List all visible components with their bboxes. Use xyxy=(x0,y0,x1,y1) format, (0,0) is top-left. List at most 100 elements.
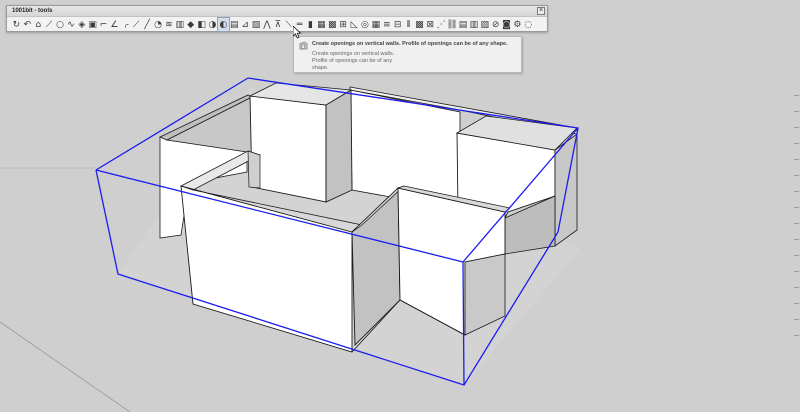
circle-tool-icon: ○ xyxy=(56,19,64,30)
roof-tool-icon: ⋀ xyxy=(263,19,271,30)
door-tool-icon: ⊿ xyxy=(241,19,249,30)
tool-button[interactable]: ◺ xyxy=(349,18,360,31)
tool-button[interactable]: ⋀ xyxy=(261,18,272,31)
tool-button[interactable]: ▣ xyxy=(87,18,98,31)
tool-button[interactable]: ○ xyxy=(55,18,66,31)
ruler-tick xyxy=(794,207,799,208)
ruler-tick xyxy=(794,143,799,144)
ruler-tick xyxy=(794,111,799,112)
tool-button[interactable]: ◎ xyxy=(360,18,371,31)
deck-tool-icon: ▩ xyxy=(328,19,337,30)
ruler-tick xyxy=(794,159,799,160)
tool-button[interactable]: ▦ xyxy=(370,18,381,31)
ruler-tick xyxy=(794,319,799,320)
tool-button[interactable]: ◐ xyxy=(216,17,230,32)
pillar-center-front[interactable] xyxy=(249,95,327,203)
tooltip: Create openings on vertical walls. Profi… xyxy=(293,36,522,73)
corner-tool-icon: ⌐ xyxy=(99,19,108,30)
path-tool-icon: ⋰ xyxy=(436,19,446,30)
paint-tool-icon: ◔ xyxy=(154,19,162,30)
pillar-center-side[interactable] xyxy=(325,89,353,203)
tool-button[interactable]: ▤ xyxy=(229,18,240,31)
tool-button[interactable]: ⌂ xyxy=(33,18,44,31)
texture-tool-icon: ◙ xyxy=(502,19,511,30)
opening-tool-icon: ◐ xyxy=(219,19,228,30)
stud-tool-icon: ⦀ xyxy=(406,19,411,30)
toolbar-title-bar[interactable]: 1001bit - tools × xyxy=(7,6,547,17)
toolbar-window[interactable]: 1001bit - tools × ↻ ↶ ⌂ ⟋ ○ ∿ ◈ ▣ ⌐ ∠ ⌌ ⟋ ╱ ◔ ≋ ▥ ◆ ◧ ◑ ◐ ▤ ⊿… xyxy=(6,5,548,32)
tool-button[interactable]: ╱ xyxy=(142,18,153,31)
rotate-tool-icon: ↻ xyxy=(12,19,21,30)
wall-corridor-back[interactable] xyxy=(247,150,261,189)
ground-axis-line xyxy=(0,321,131,412)
tool-button[interactable]: ⊠ xyxy=(425,18,436,31)
tool-button[interactable]: ▥ xyxy=(468,18,479,31)
panel-tool-icon: ▦ xyxy=(371,19,381,30)
rafter-tool-icon: ⟍ xyxy=(285,19,292,30)
tool-button[interactable]: ⚙ xyxy=(512,18,523,31)
mouse-cursor-icon xyxy=(293,26,302,39)
tool-button[interactable]: ▩ xyxy=(327,18,338,31)
tool-button[interactable]: ▩ xyxy=(414,18,425,31)
tool-button[interactable]: ⦀ xyxy=(403,18,414,31)
frame-tool-icon: ⌌ xyxy=(121,19,129,30)
tool-button[interactable]: ⌐ xyxy=(98,18,109,31)
tool-button[interactable]: ◙ xyxy=(501,18,512,31)
curve-tool-icon: ∿ xyxy=(67,19,75,30)
chain-tool-icon: ⛓ xyxy=(446,19,458,30)
right-edge-ruler xyxy=(793,95,800,345)
tool-button[interactable]: ∠ xyxy=(109,18,120,31)
ruler-tick xyxy=(794,95,799,96)
tool-button[interactable]: ≡ xyxy=(381,18,392,31)
toolbar-title: 1001bit - tools xyxy=(12,8,53,14)
tooltip-description: shape. xyxy=(312,65,329,71)
tool-button[interactable]: ◆ xyxy=(185,18,196,31)
ruler-tick xyxy=(794,127,799,128)
tool-button[interactable]: ⛓ xyxy=(446,18,458,31)
tool-button[interactable]: ⊟ xyxy=(392,18,403,31)
tool-button[interactable]: ▥ xyxy=(174,18,185,31)
info-tool-icon: ◌ xyxy=(524,19,533,30)
tool-button[interactable]: ⟋ xyxy=(44,18,55,31)
tool-button[interactable]: ⌌ xyxy=(120,18,131,31)
tool-button[interactable]: ◧ xyxy=(196,18,207,31)
ruler-tick xyxy=(794,191,799,192)
tool-button[interactable]: ⊞ xyxy=(338,18,349,31)
window-tool-icon: ▤ xyxy=(230,19,239,30)
tile-tool-icon: ▤ xyxy=(458,19,468,30)
cube-tool-icon: ◈ xyxy=(78,19,86,30)
tool-button[interactable]: ≋ xyxy=(163,18,174,31)
array-tool-icon: ⊠ xyxy=(426,19,435,30)
hatch-tool-icon: ▨ xyxy=(251,19,261,30)
tool-button[interactable]: ▦ xyxy=(316,18,327,31)
tool-button[interactable]: ◈ xyxy=(76,18,87,31)
grid-tool-icon: ▦ xyxy=(317,19,326,30)
ruler-tick xyxy=(794,287,799,288)
ruler-tick xyxy=(794,335,799,336)
tool-button[interactable]: ∿ xyxy=(65,18,76,31)
tool-button[interactable]: ▧ xyxy=(479,18,490,31)
tool-button[interactable]: ◑ xyxy=(207,18,218,31)
fence-tool-icon: ⊞ xyxy=(339,19,347,30)
tool-button[interactable]: ⊼ xyxy=(272,18,283,31)
tool-button[interactable]: ⟋ xyxy=(131,18,142,31)
close-icon[interactable]: × xyxy=(537,7,545,15)
opening-icon xyxy=(299,41,308,50)
tool-button[interactable]: ◔ xyxy=(153,18,164,31)
tool-button[interactable]: ▤ xyxy=(458,18,469,31)
tool-button[interactable]: ⊘ xyxy=(490,18,501,31)
tool-button[interactable]: ⋰ xyxy=(436,18,447,31)
tooltip-title: Create openings on vertical walls. Profi… xyxy=(312,41,508,47)
tool-button[interactable]: ⊿ xyxy=(240,18,251,31)
split-tool-icon: ⊘ xyxy=(491,19,500,30)
tool-button[interactable]: ↶ xyxy=(22,18,33,31)
angle-tool-icon: ∠ xyxy=(110,19,119,30)
tool-button[interactable]: ◌ xyxy=(523,18,534,31)
ramp-tool-icon: ◺ xyxy=(350,19,358,30)
line-tool-icon: ╱ xyxy=(144,19,150,30)
tool-button[interactable]: ↻ xyxy=(11,18,22,31)
tool-button[interactable]: ▨ xyxy=(251,18,262,31)
layer-tool-icon: ≋ xyxy=(165,19,173,30)
tool-button[interactable]: ▮ xyxy=(305,18,316,31)
spiral-tool-icon: ◎ xyxy=(361,19,369,30)
